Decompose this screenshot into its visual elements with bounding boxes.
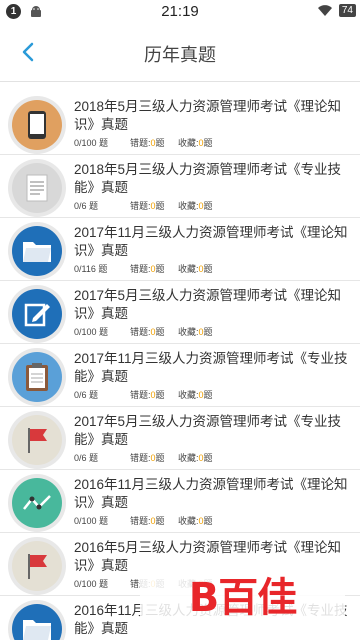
- list-item[interactable]: 2017年11月三级人力资源管理师考试《专业技能》真题 0/6 题 错题:0题 收藏:…: [0, 344, 360, 407]
- favorite-label: 收藏:: [178, 327, 199, 337]
- favorite-count: 收藏:0题: [178, 514, 213, 527]
- wifi-icon: [317, 4, 332, 16]
- item-stats: 0/6 题 错题:0题 收藏:0题: [74, 451, 213, 464]
- wrong-label: 错题:: [130, 453, 151, 463]
- favorite-count: 收藏:0题: [178, 136, 213, 149]
- wrong-count: 错题:0题: [130, 325, 178, 338]
- item-stats: 0/100 题 错题:0题收藏:0题: [74, 325, 213, 338]
- wrong-unit: 题: [155, 264, 165, 274]
- watermark-logo: B百佳: [140, 565, 345, 623]
- question-count: 0/100 题: [74, 138, 109, 148]
- wrong-count: 错题:0题: [130, 451, 178, 464]
- list-item[interactable]: 2017年5月三级人力资源管理师考试《专业技能》真题 0/6 题 错题:0题 收藏:0…: [0, 407, 360, 470]
- item-title: 2018年5月三级人力资源管理师考试《专业技能》真题: [74, 162, 342, 195]
- wrong-label: 错题:: [130, 327, 151, 337]
- favorite-unit: 题: [203, 453, 213, 463]
- wrong-unit: 题: [155, 516, 165, 526]
- wrong-unit: 题: [155, 390, 165, 400]
- wrong-count: 错题:0题: [130, 199, 178, 212]
- question-count: 0/6 题: [74, 201, 99, 211]
- question-count: 0/6 题: [74, 390, 99, 400]
- favorite-label: 收藏:: [178, 390, 199, 400]
- question-count: 0/100 题: [74, 327, 109, 337]
- favorite-count: 收藏:0题: [178, 451, 213, 464]
- item-title: 2017年11月三级人力资源管理师考试《专业技能》真题: [74, 351, 348, 384]
- document-icon: [12, 163, 62, 213]
- list-item[interactable]: 2017年5月三级人力资源管理师考试《理论知识》真题 0/100 题 错题:0题 收藏…: [0, 281, 360, 344]
- wrong-unit: 题: [155, 201, 165, 211]
- item-stats: 0/100 题 错题:0题收藏:0题: [74, 514, 213, 527]
- list-item[interactable]: 2017年11月三级人力资源管理师考试《理论知识》真题 0/116 题 错题:0题收…: [0, 218, 360, 281]
- battery-indicator: 74: [338, 4, 356, 17]
- item-icon-badge: [8, 348, 66, 406]
- item-title: 2017年5月三级人力资源管理师考试《专业技能》真题: [74, 414, 342, 447]
- item-title: 2018年5月三级人力资源管理师考试《理论知识》真题: [74, 99, 342, 132]
- wrong-unit: 题: [155, 327, 165, 337]
- favorite-label: 收藏:: [178, 516, 199, 526]
- phone-icon: [12, 100, 62, 150]
- list-item[interactable]: 2018年5月三级人力资源管理师考试《理论知识》真题 0/100 题 错题:0题 收藏…: [0, 92, 360, 155]
- item-title: 2017年5月三级人力资源管理师考试《理论知识》真题: [74, 288, 342, 321]
- wrong-unit: 题: [155, 453, 165, 463]
- header: 历年真题: [0, 24, 360, 82]
- favorite-unit: 题: [203, 264, 213, 274]
- list-item[interactable]: 2016年11月三级人力资源管理师考试《理论知识》真题 0/100 题 错题:0题收…: [0, 470, 360, 533]
- favorite-unit: 题: [203, 201, 213, 211]
- favorite-label: 收藏:: [178, 264, 199, 274]
- question-count: 0/100 题: [74, 579, 109, 589]
- item-stats: 0/6 题 错题:0题 收藏:0题: [74, 199, 213, 212]
- page-title: 历年真题: [144, 45, 216, 65]
- favorite-label: 收藏:: [178, 453, 199, 463]
- wrong-label: 错题:: [130, 390, 151, 400]
- item-icon-badge: [8, 222, 66, 280]
- wrong-count: 错题:0题: [130, 136, 178, 149]
- folder-icon: [12, 604, 62, 640]
- item-icon-badge: [8, 96, 66, 154]
- favorite-count: 收藏:0题: [178, 325, 213, 338]
- item-icon-badge: [8, 474, 66, 532]
- wrong-label: 错题:: [130, 264, 151, 274]
- chart-line-icon: [12, 478, 62, 528]
- favorite-unit: 题: [203, 390, 213, 400]
- wrong-count: 错题:0题: [130, 514, 178, 527]
- wrong-label: 错题:: [130, 201, 151, 211]
- edit-icon: [12, 289, 62, 339]
- clock: 21:19: [161, 3, 199, 20]
- flag-icon: [12, 541, 62, 591]
- item-stats: 0/116 题 错题:0题 收藏:0题: [74, 262, 213, 275]
- clipboard-icon: [12, 352, 62, 402]
- question-count: 0/100 题: [74, 516, 109, 526]
- status-bar: 1 21:19 74: [0, 0, 360, 24]
- wrong-count: 错题:0题: [130, 388, 178, 401]
- favorite-label: 收藏:: [178, 201, 199, 211]
- favorite-count: 收藏:0题: [178, 262, 213, 275]
- favorite-unit: 题: [203, 516, 213, 526]
- favorite-label: 收藏:: [178, 138, 199, 148]
- item-icon-badge: [8, 159, 66, 217]
- favorite-count: 收藏:0题: [178, 388, 213, 401]
- favorite-count: 收藏:0题: [178, 199, 213, 212]
- wrong-unit: 题: [155, 138, 165, 148]
- item-icon-badge: [8, 411, 66, 469]
- watermark-text: B百佳: [188, 575, 297, 621]
- favorite-unit: 题: [203, 138, 213, 148]
- item-icon-badge: [8, 600, 66, 640]
- item-stats: 0/100 题 错题:0题收藏:0题: [74, 136, 213, 149]
- item-title: 2016年11月三级人力资源管理师考试《理论知识》真题: [74, 477, 348, 510]
- question-count: 0/116 题: [74, 264, 108, 274]
- item-icon-badge: [8, 537, 66, 595]
- item-title: 2017年11月三级人力资源管理师考试《理论知识》真题: [74, 225, 348, 258]
- wrong-label: 错题:: [130, 138, 151, 148]
- question-count: 0/6 题: [74, 453, 99, 463]
- exam-list: 2018年5月三级人力资源管理师考试《理论知识》真题 0/100 题错题:0题 收藏…: [0, 92, 360, 640]
- flag-icon: [12, 415, 62, 465]
- favorite-unit: 题: [203, 327, 213, 337]
- item-stats: 0/6 题 错题:0题 收藏:0题: [74, 388, 213, 401]
- folder-icon: [12, 226, 62, 276]
- wrong-label: 错题:: [130, 516, 151, 526]
- wrong-count: 错题:0题: [130, 262, 178, 275]
- list-item[interactable]: 2018年5月三级人力资源管理师考试《专业技能》真题 0/6 题 错题:0题 收藏:0…: [0, 155, 360, 218]
- item-icon-badge: [8, 285, 66, 343]
